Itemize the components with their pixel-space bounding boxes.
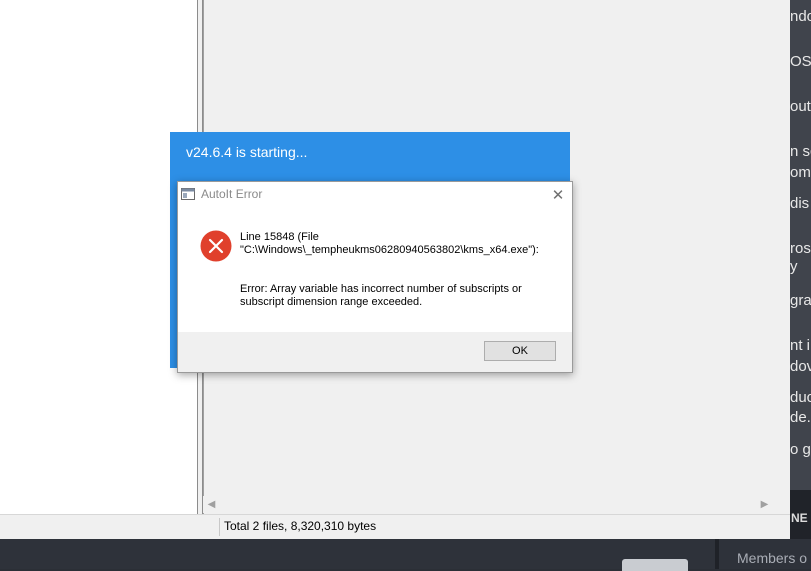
web-bold-text: NE: [791, 511, 808, 525]
web-text: OS: [790, 53, 811, 70]
web-text: dis: [790, 195, 810, 212]
web-text: ros: [790, 240, 811, 257]
error-file-path: "C:\Windows\_tempheukms06280940563802\km…: [240, 244, 539, 256]
web-text: dov: [790, 358, 811, 375]
web-text: om: [790, 164, 811, 181]
bottom-separator: [715, 539, 719, 569]
ok-button[interactable]: OK: [484, 341, 556, 361]
status-divider: [219, 518, 220, 536]
splash-title: v24.6.4 is starting...: [186, 144, 308, 160]
window-app-icon: [181, 188, 195, 200]
status-bar: [0, 514, 790, 539]
horizontal-scrollbar[interactable]: ◀ ▶: [203, 496, 773, 513]
web-text: n sc: [790, 143, 811, 160]
members-link[interactable]: Members o: [737, 550, 807, 566]
web-text: nt i: [790, 337, 811, 354]
dialog-footer: OK: [178, 332, 572, 372]
scroll-right-icon[interactable]: ▶: [756, 496, 773, 513]
dialog-title: AutoIt Error: [201, 187, 263, 201]
web-text: de.: [790, 409, 811, 426]
error-dialog: AutoIt Error ✕ Line 15848 (File "C:\Wind…: [177, 181, 573, 373]
scroll-left-icon[interactable]: ◀: [203, 496, 220, 513]
error-x-icon: [200, 230, 232, 262]
error-line-number: Line 15848 (File: [240, 231, 319, 243]
web-text: o g: [790, 441, 811, 458]
bottom-bar: [0, 539, 811, 569]
web-text: duc: [790, 389, 811, 406]
web-text: out: [790, 98, 811, 115]
scroll-corner: [773, 496, 790, 513]
web-text: ndo: [790, 8, 811, 25]
close-icon[interactable]: ✕: [544, 183, 572, 207]
background-webpage: ndo OS out n sc om dis ros y gra nt i do…: [790, 0, 811, 490]
bottom-button[interactable]: [622, 559, 688, 571]
status-file-summary: Total 2 files, 8,320,310 bytes: [224, 519, 377, 533]
web-text: gra: [790, 292, 811, 309]
web-text: y: [790, 258, 798, 275]
dialog-titlebar[interactable]: AutoIt Error ✕: [178, 182, 572, 209]
error-message-line1: Error: Array variable has incorrect numb…: [240, 283, 522, 295]
folder-tree-pane[interactable]: [0, 0, 198, 514]
error-message-line2: subscript dimension range exceeded.: [240, 296, 423, 308]
